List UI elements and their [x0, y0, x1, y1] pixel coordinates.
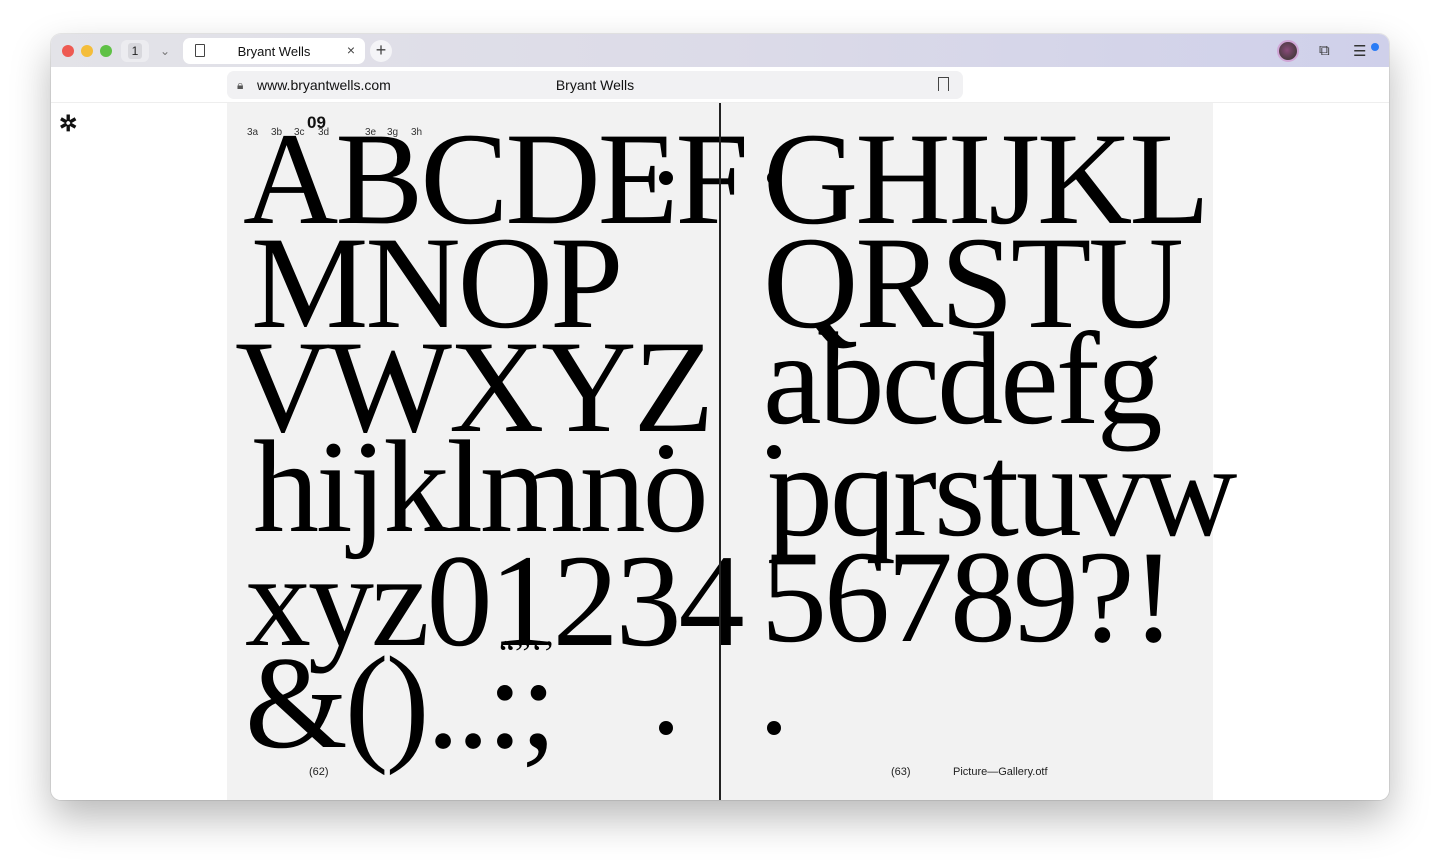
bullet: [659, 445, 673, 459]
address-bar[interactable]: 🔒︎ www.bryantwells.com Bryant Wells: [227, 71, 963, 99]
tab-count: 1: [127, 43, 143, 59]
toolbar: 🔒︎ www.bryantwells.com Bryant Wells: [51, 67, 1389, 103]
bookmark-icon[interactable]: [938, 77, 949, 91]
page-divider: [719, 103, 721, 800]
bullet: [767, 171, 781, 185]
bookmarks-icon[interactable]: ⧉: [1319, 42, 1330, 59]
menu-icon[interactable]: ☰: [1353, 42, 1366, 60]
tab-overview-button[interactable]: 1: [121, 40, 149, 62]
specimen-spread: 3a 3b 3c 3d 3e 3g 3h 09 ABCDEF MNOP VWXY…: [227, 103, 1237, 800]
font-file-name: Picture—Gallery.otf: [953, 766, 1048, 778]
tab-active[interactable]: Bryant Wells ×: [183, 38, 365, 64]
new-tab-button[interactable]: +: [370, 40, 392, 62]
site-logo[interactable]: ✲: [59, 111, 77, 137]
quote-marks: “”‘’: [499, 633, 555, 673]
notification-dot: [1371, 43, 1379, 51]
bullet: [767, 445, 781, 459]
page-content: ✲ 3a 3b 3c 3d 3e 3g 3h 09 ABCDEF MNOP VW…: [51, 103, 1389, 800]
left-page-number: (62): [309, 766, 329, 778]
maximize-window-button[interactable]: [100, 45, 112, 57]
close-tab-icon[interactable]: ×: [347, 42, 355, 58]
browser-window: 1 ⌄ Bryant Wells × + ⧉ ☰ 🔒︎ www.bryantwe…: [51, 34, 1389, 800]
profile-avatar[interactable]: [1277, 40, 1299, 62]
url-text: www.bryantwells.com: [257, 77, 391, 93]
right-page-number: (63): [891, 766, 911, 778]
lock-icon: 🔒︎: [237, 78, 244, 92]
tab-title: Bryant Wells: [237, 44, 311, 59]
close-window-button[interactable]: [62, 45, 74, 57]
bullet: [659, 171, 673, 185]
bullet: [767, 721, 781, 735]
chevron-down-icon[interactable]: ⌄: [155, 40, 175, 62]
glyph-line: 56789?!: [761, 523, 1176, 670]
bullet: [659, 721, 673, 735]
minimize-window-button[interactable]: [81, 45, 93, 57]
tab-bar: 1 ⌄ Bryant Wells × + ⧉ ☰: [51, 34, 1389, 67]
